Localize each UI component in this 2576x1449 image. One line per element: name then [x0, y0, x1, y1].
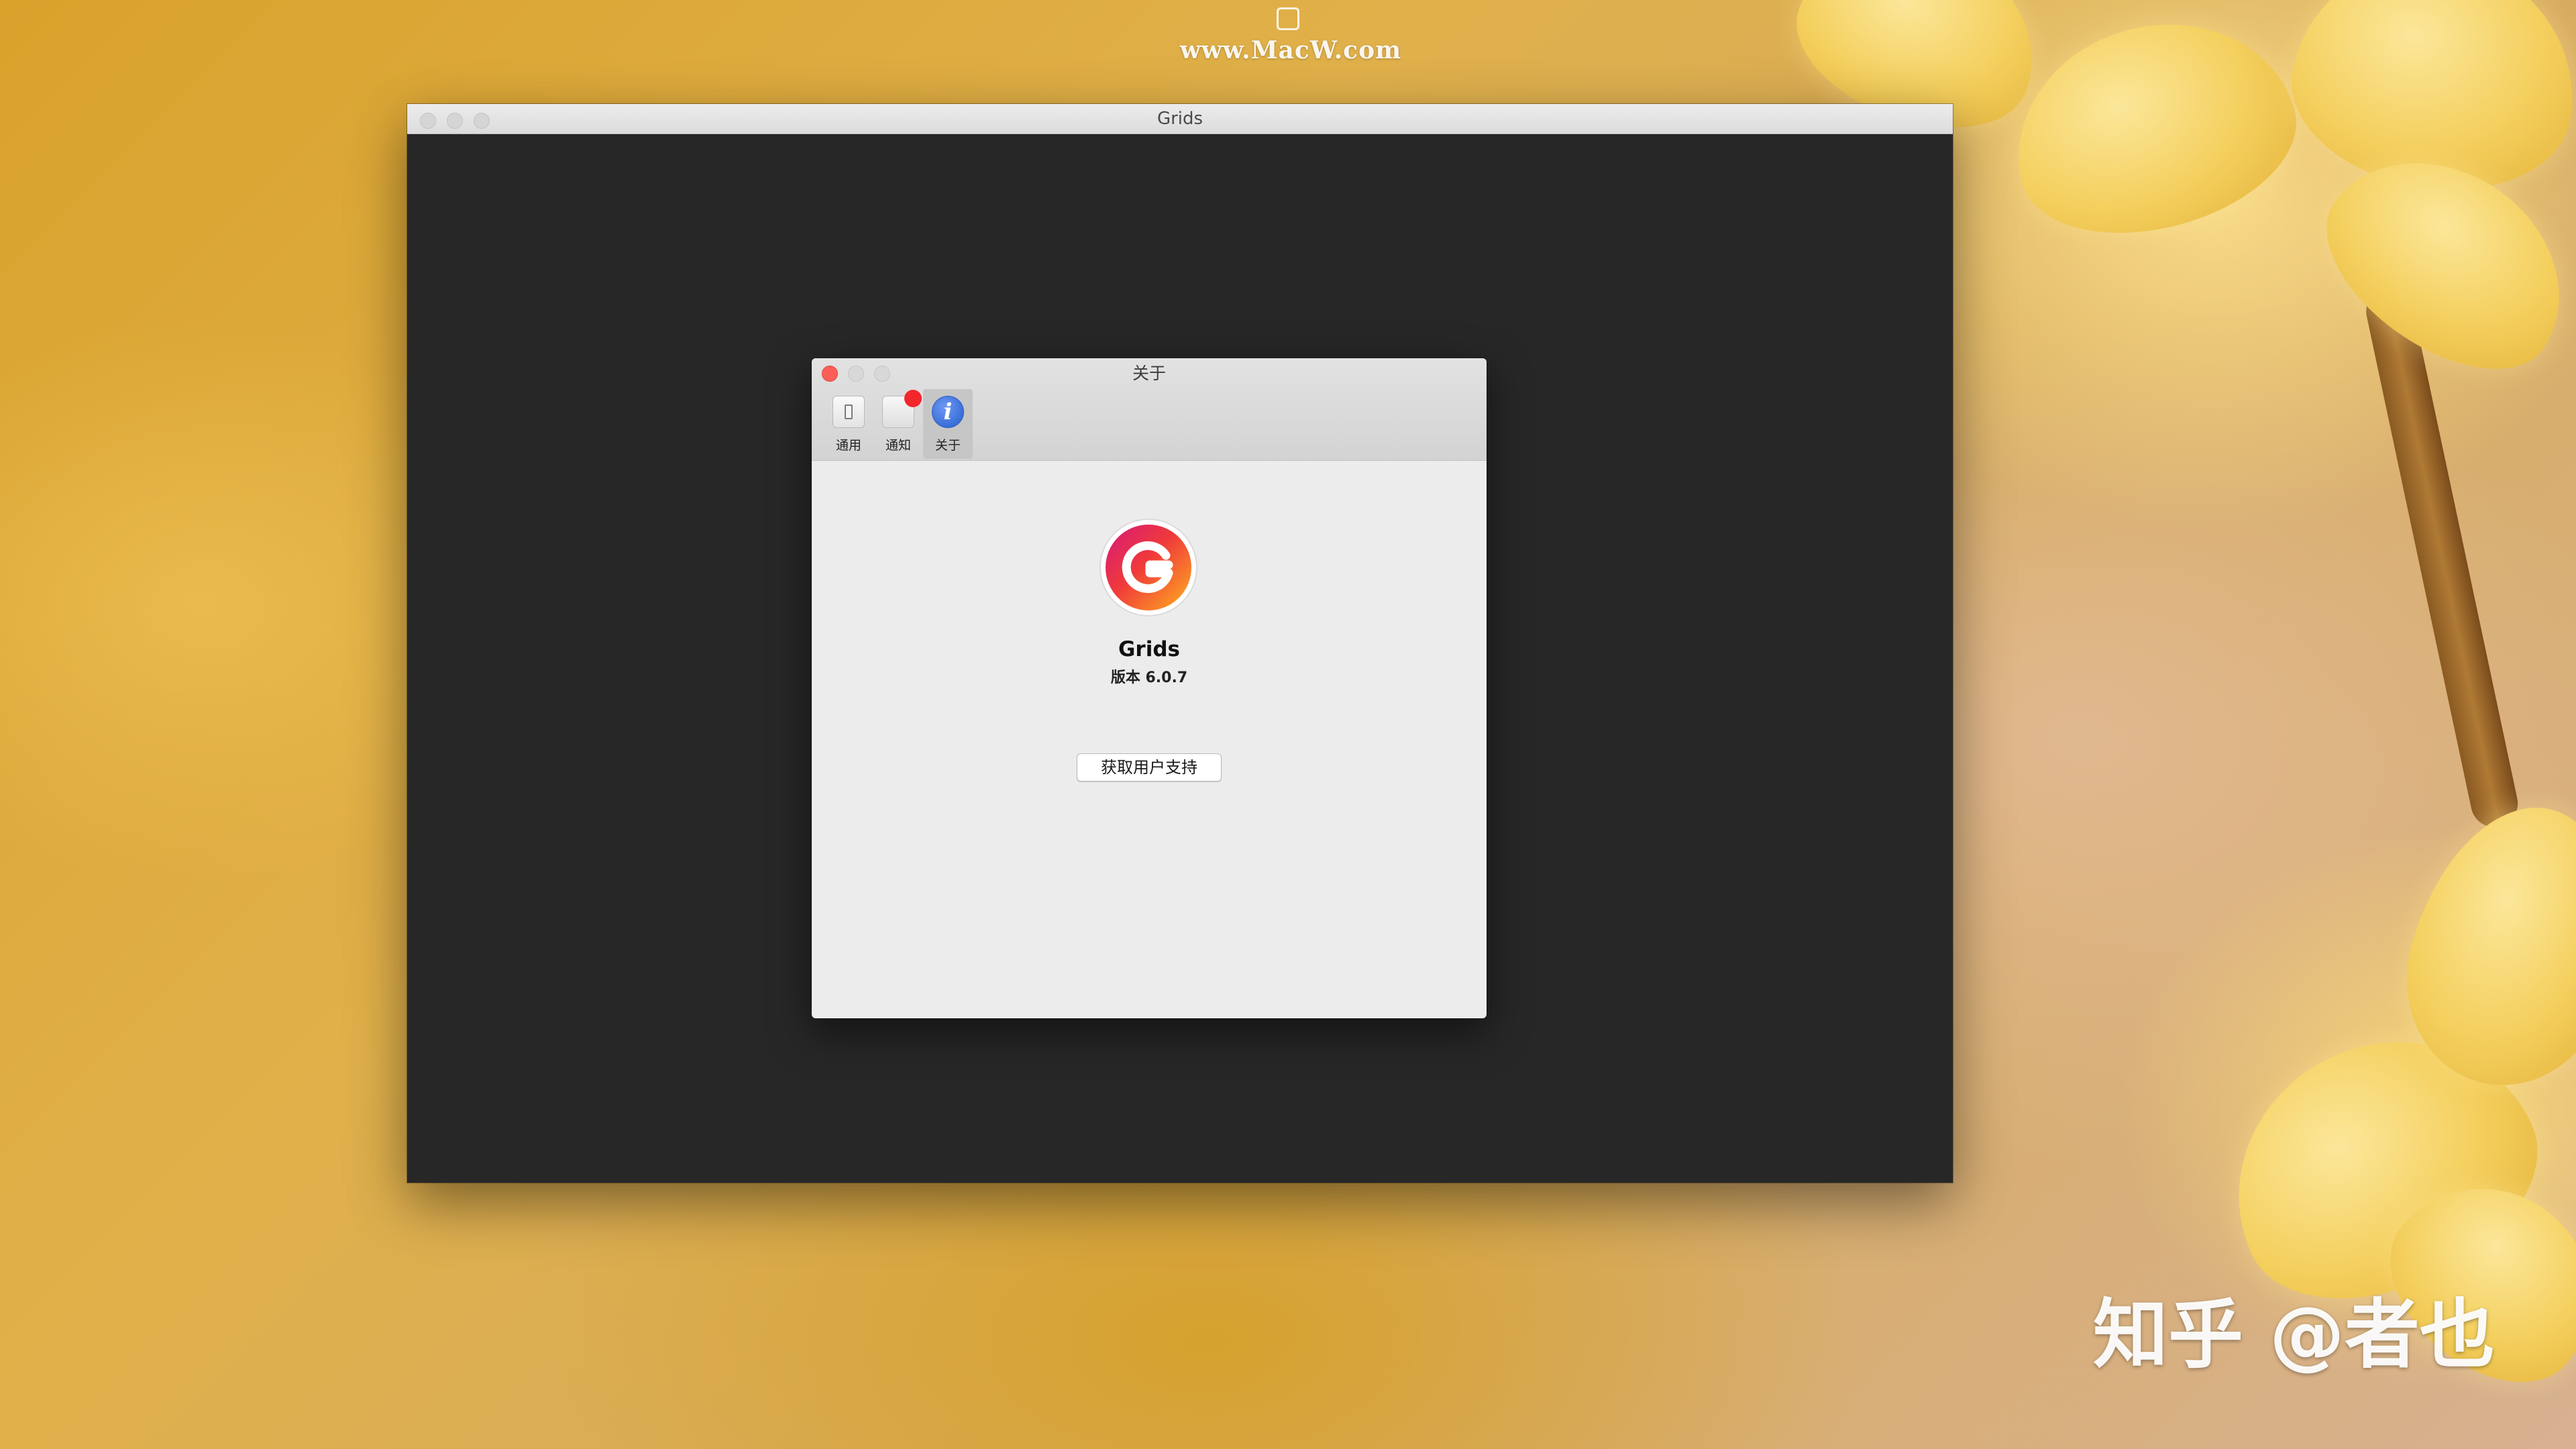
tab-general-label: 通用 [835, 438, 861, 453]
main-titlebar: Grids [407, 104, 1953, 134]
tab-notifications[interactable]: 通知 [873, 389, 923, 459]
notification-icon [882, 390, 922, 428]
get-support-button[interactable]: 获取用户支持 [1077, 753, 1222, 782]
zhihu-watermark: 知乎 @者也 [2093, 1291, 2495, 1379]
tab-general[interactable]: 通用 [824, 389, 873, 459]
about-window-title: 关于 [1132, 364, 1166, 383]
macw-watermark-text: www.MacW.com [1179, 36, 1402, 64]
app-name: Grids [1118, 637, 1180, 661]
about-dialog: 关于 通用 通知 i 关于 [812, 358, 1487, 1018]
notification-badge [904, 390, 922, 407]
preferences-toolbar: 关于 通用 通知 i 关于 [812, 358, 1487, 461]
tab-about[interactable]: i 关于 [923, 389, 973, 459]
tab-about-label: 关于 [934, 438, 961, 453]
switch-icon [833, 396, 865, 428]
macw-watermark: www.MacW.com [1170, 0, 1411, 64]
info-icon: i [932, 396, 964, 428]
macw-logo-icon [1277, 7, 1299, 30]
main-window-title: Grids [1157, 109, 1203, 129]
app-version: 版本 6.0.7 [1110, 669, 1188, 686]
tab-notifications-label: 通知 [885, 438, 911, 453]
flower-petal [1991, 0, 2316, 262]
grids-app-logo-icon [1099, 519, 1197, 616]
